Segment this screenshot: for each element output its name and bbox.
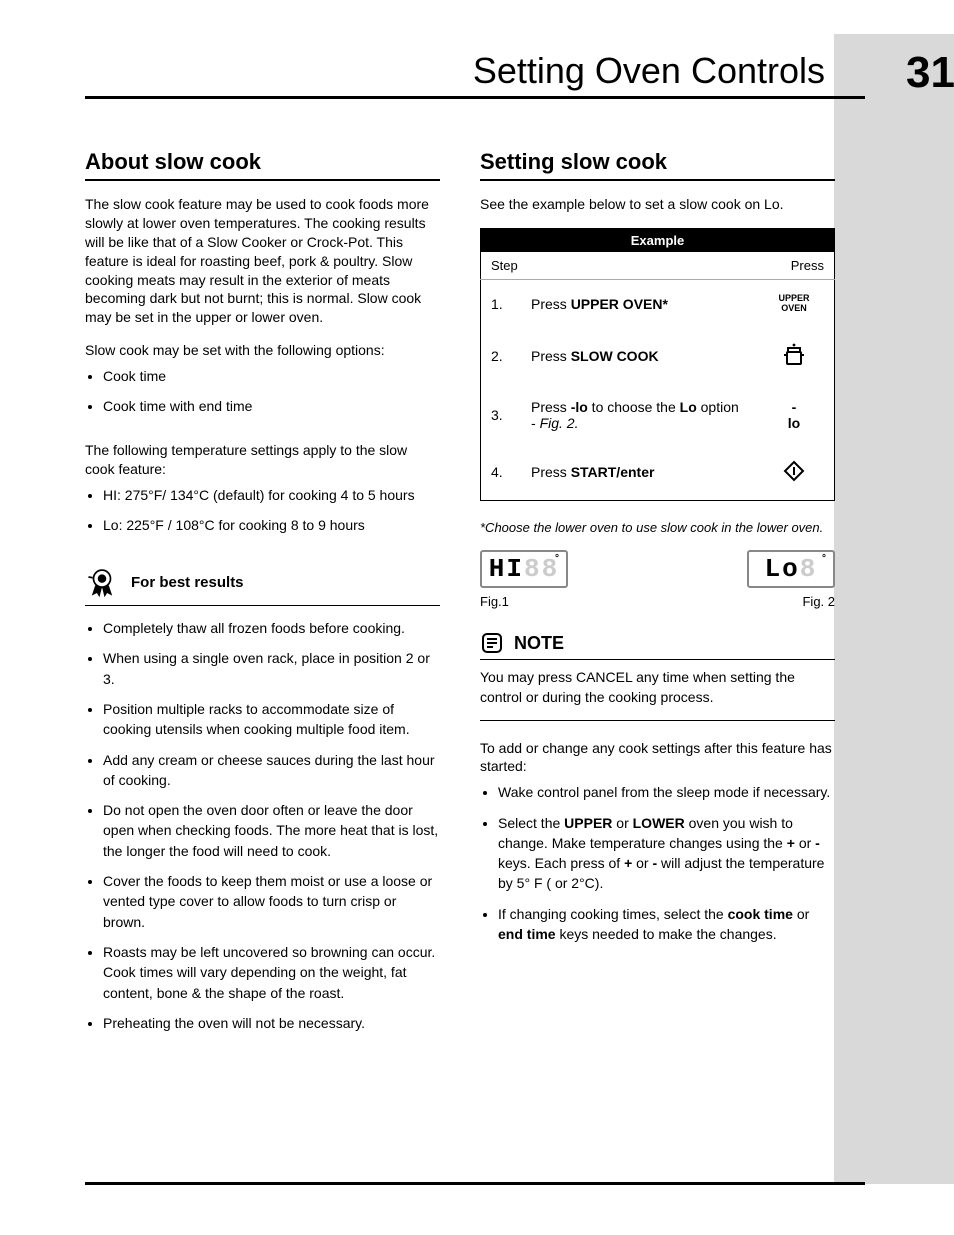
temp-intro: The following temperature settings apply… bbox=[85, 441, 440, 479]
options-intro: Slow cook may be set with the following … bbox=[85, 341, 440, 360]
step-num: 1. bbox=[481, 279, 522, 327]
table-row: 1. Press UPPER OVEN* UPPEROVEN bbox=[481, 279, 835, 327]
after-list: Wake control panel from the sleep mode i… bbox=[480, 782, 835, 944]
setting-intro: See the example below to set a slow cook… bbox=[480, 195, 835, 214]
step-text: Press START/enter bbox=[521, 445, 754, 501]
list-item: When using a single oven rack, place in … bbox=[103, 648, 440, 689]
example-table: Example Step Press 1. Press UPPER OVEN* … bbox=[480, 228, 835, 501]
about-heading: About slow cook bbox=[85, 149, 440, 181]
list-item: Roasts may be left uncovered so browning… bbox=[103, 942, 440, 1003]
note-body: You may press CANCEL any time when setti… bbox=[480, 668, 835, 720]
example-header: Example bbox=[481, 228, 835, 252]
note-header: NOTE bbox=[480, 631, 835, 660]
list-item: Cook time with end time bbox=[103, 396, 440, 416]
start-icon bbox=[782, 459, 806, 483]
figure-captions: Fig.1 Fig. 2 bbox=[480, 594, 835, 609]
fig1-lcd: HI88° bbox=[480, 550, 568, 588]
list-item: Add any cream or cheese sauces during th… bbox=[103, 750, 440, 791]
note-title: NOTE bbox=[514, 633, 564, 654]
list-item: Select the UPPER or LOWER oven you wish … bbox=[498, 813, 835, 894]
temps-list: HI: 275°F/ 134°C (default) for cooking 4… bbox=[85, 485, 440, 536]
press-lo: -lo bbox=[754, 385, 835, 445]
list-item: If changing cooking times, select the co… bbox=[498, 904, 835, 945]
col-step: Step bbox=[481, 252, 755, 280]
ribbon-icon bbox=[85, 565, 119, 599]
lo-icon: -lo bbox=[788, 399, 800, 431]
table-row: 2. Press SLOW COOK bbox=[481, 328, 835, 385]
step-text: Press -lo to choose the Lo option - Fig.… bbox=[521, 385, 754, 445]
fig2-caption: Fig. 2 bbox=[802, 594, 835, 609]
step-num: 3. bbox=[481, 385, 522, 445]
fig2-lcd: Lo8° bbox=[747, 550, 835, 588]
step-text: Press UPPER OVEN* bbox=[521, 279, 754, 327]
upper-oven-icon: UPPEROVEN bbox=[778, 294, 809, 314]
list-item: Preheating the oven will not be necessar… bbox=[103, 1013, 440, 1033]
figures-row: HI88° Lo8° bbox=[480, 550, 835, 588]
press-slow-cook bbox=[754, 328, 835, 385]
footer-rule bbox=[85, 1182, 865, 1185]
table-row: 4. Press START/enter bbox=[481, 445, 835, 501]
list-item: Wake control panel from the sleep mode i… bbox=[498, 782, 835, 802]
right-column: Setting slow cook See the example below … bbox=[480, 149, 835, 1047]
footnote: *Choose the lower oven to use slow cook … bbox=[480, 519, 835, 537]
pot-icon bbox=[781, 342, 807, 368]
list-item: HI: 275°F/ 134°C (default) for cooking 4… bbox=[103, 485, 440, 505]
best-results-title: For best results bbox=[131, 574, 244, 591]
page-number: 31 bbox=[906, 48, 954, 98]
fig1-caption: Fig.1 bbox=[480, 594, 509, 609]
step-num: 4. bbox=[481, 445, 522, 501]
left-column: About slow cook The slow cook feature ma… bbox=[85, 149, 440, 1047]
press-start bbox=[754, 445, 835, 501]
best-results-header: For best results bbox=[85, 565, 440, 606]
press-upper-oven: UPPEROVEN bbox=[754, 279, 835, 327]
list-item: Do not open the oven door often or leave… bbox=[103, 800, 440, 861]
note-icon bbox=[480, 631, 504, 655]
list-item: Completely thaw all frozen foods before … bbox=[103, 618, 440, 638]
best-results-list: Completely thaw all frozen foods before … bbox=[85, 618, 440, 1033]
options-list: Cook time Cook time with end time bbox=[85, 366, 440, 417]
after-intro: To add or change any cook settings after… bbox=[480, 739, 835, 777]
header: Setting Oven Controls 31 bbox=[85, 50, 865, 99]
about-intro: The slow cook feature may be used to coo… bbox=[85, 195, 440, 327]
header-title: Setting Oven Controls bbox=[85, 50, 865, 92]
page: Setting Oven Controls 31 About slow cook… bbox=[0, 0, 954, 1235]
list-item: Lo: 225°F / 108°C for cooking 8 to 9 hou… bbox=[103, 515, 440, 535]
setting-heading: Setting slow cook bbox=[480, 149, 835, 181]
step-text: Press SLOW COOK bbox=[521, 328, 754, 385]
list-item: Position multiple racks to accommodate s… bbox=[103, 699, 440, 740]
content-area: Setting Oven Controls 31 About slow cook… bbox=[85, 50, 835, 1047]
page-tab bbox=[834, 34, 954, 1184]
step-num: 2. bbox=[481, 328, 522, 385]
col-press: Press bbox=[754, 252, 835, 280]
columns: About slow cook The slow cook feature ma… bbox=[85, 149, 835, 1047]
list-item: Cook time bbox=[103, 366, 440, 386]
table-row: 3. Press -lo to choose the Lo option - F… bbox=[481, 385, 835, 445]
list-item: Cover the foods to keep them moist or us… bbox=[103, 871, 440, 932]
